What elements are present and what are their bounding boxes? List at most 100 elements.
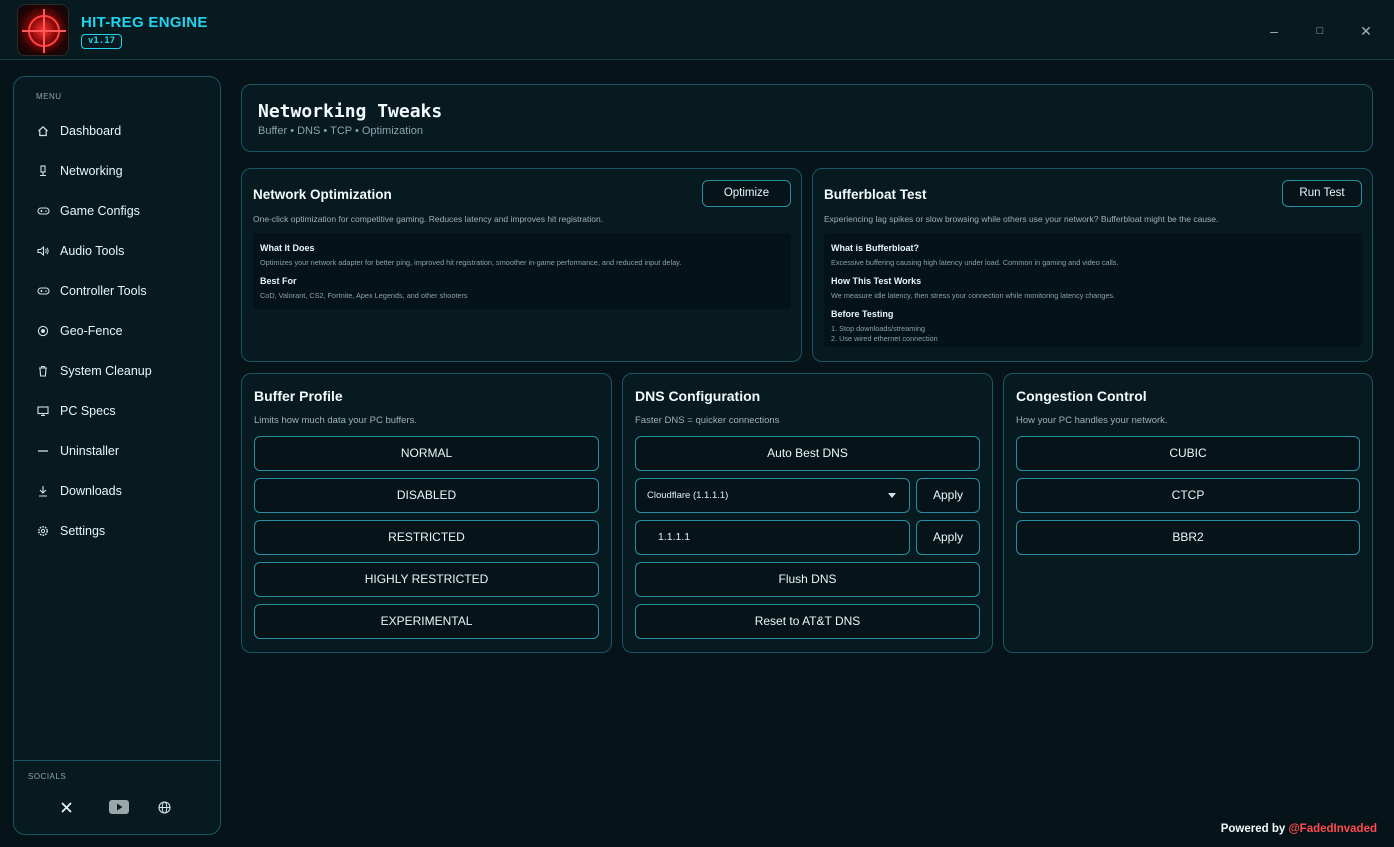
target-icon [36, 324, 50, 338]
bufferbloat-card: Bufferbloat Test Run Test Experiencing l… [812, 168, 1373, 362]
gear-icon [36, 524, 50, 538]
sidebar-item-label: System Cleanup [60, 364, 152, 378]
info-text: Excessive buffering causing high latency… [831, 258, 1119, 267]
buffer-option-experimental[interactable]: EXPERIMENTAL [254, 604, 599, 639]
app-logo [17, 4, 69, 56]
buffer-option-restricted[interactable]: RESTRICTED [254, 520, 599, 555]
info-text: Optimizes your network adapter for bette… [260, 258, 682, 267]
gamepad-icon [36, 204, 50, 218]
close-button[interactable]: ✕ [1354, 20, 1378, 42]
sidebar-item-label: Audio Tools [60, 244, 125, 258]
x-icon[interactable] [55, 796, 77, 818]
sidebar-item-pc-specs[interactable]: PC Specs [22, 396, 212, 426]
minus-icon [36, 444, 50, 458]
flush-dns-button[interactable]: Flush DNS [635, 562, 980, 597]
youtube-icon[interactable] [108, 796, 130, 818]
congestion-option-ctcp[interactable]: CTCP [1016, 478, 1360, 513]
dns-provider-value: Cloudflare (1.1.1.1) [647, 490, 729, 501]
card-description: Experiencing lag spikes or slow browsing… [824, 214, 1219, 224]
buffer-option-highly-restricted[interactable]: HIGHLY RESTRICTED [254, 562, 599, 597]
globe-icon[interactable] [153, 796, 175, 818]
card-description: Limits how much data your PC buffers. [254, 415, 417, 426]
run-test-button[interactable]: Run Test [1282, 180, 1362, 207]
card-description: One-click optimization for competitive g… [253, 214, 604, 224]
maximize-button[interactable]: □ [1308, 20, 1332, 42]
monitor-icon [36, 404, 50, 418]
buffer-profile-card: Buffer Profile Limits how much data your… [241, 373, 612, 653]
sidebar-item-game-configs[interactable]: Game Configs [22, 196, 212, 226]
info-heading: Before Testing [831, 309, 894, 319]
info-box: What is Bufferbloat? Excessive buffering… [824, 233, 1362, 347]
card-title: Bufferbloat Test [824, 187, 927, 202]
sidebar-item-label: Uninstaller [60, 444, 120, 458]
dns-configuration-card: DNS Configuration Faster DNS = quicker c… [622, 373, 993, 653]
card-title: Network Optimization [253, 187, 392, 202]
sidebar-item-label: PC Specs [60, 404, 116, 418]
card-title: Buffer Profile [254, 388, 343, 404]
controller-icon [36, 284, 50, 298]
sidebar-item-downloads[interactable]: Downloads [22, 476, 212, 506]
optimize-button[interactable]: Optimize [702, 180, 791, 207]
info-heading: What is Bufferbloat? [831, 243, 919, 253]
minimize-button[interactable]: – [1262, 20, 1286, 42]
info-text: 1. Stop downloads/streaming [831, 324, 926, 333]
sidebar: MENU Dashboard Networking Game Configs A… [13, 76, 221, 835]
sidebar-item-geo-fence[interactable]: Geo-Fence [22, 316, 212, 346]
socials-label: SOCIALS [28, 772, 67, 781]
sidebar-item-label: Downloads [60, 484, 122, 498]
sidebar-item-label: Game Configs [60, 204, 140, 218]
sidebar-item-settings[interactable]: Settings [22, 516, 212, 546]
congestion-option-bbr2[interactable]: BBR2 [1016, 520, 1360, 555]
info-heading: How This Test Works [831, 276, 922, 286]
title-bar: HIT-REG ENGINE v1.17 – □ ✕ [0, 0, 1394, 60]
powered-by-label: Powered by [1220, 823, 1289, 835]
sidebar-item-dashboard[interactable]: Dashboard [22, 116, 212, 146]
info-text: CoD, Valorant, CS2, Fortnite, Apex Legen… [260, 291, 468, 300]
info-heading: Best For [260, 276, 297, 286]
sidebar-item-system-cleanup[interactable]: System Cleanup [22, 356, 212, 386]
apply-custom-dns-button[interactable]: Apply [916, 520, 980, 555]
sidebar-item-label: Dashboard [60, 124, 122, 138]
sidebar-item-label: Settings [60, 524, 106, 538]
congestion-control-card: Congestion Control How your PC handles y… [1003, 373, 1373, 653]
card-title: DNS Configuration [635, 388, 761, 404]
sidebar-item-uninstaller[interactable]: Uninstaller [22, 436, 212, 466]
sidebar-item-label: Networking [60, 164, 123, 178]
network-icon [36, 164, 50, 178]
info-text: We measure idle latency, then stress you… [831, 291, 1116, 300]
sidebar-item-audio-tools[interactable]: Audio Tools [22, 236, 212, 266]
sidebar-item-networking[interactable]: Networking [22, 156, 212, 186]
page-subtitle: Buffer • DNS • TCP • Optimization [258, 125, 423, 137]
sidebar-item-label: Controller Tools [60, 284, 147, 298]
info-box: What It Does Optimizes your network adap… [253, 233, 791, 309]
app-title: HIT-REG ENGINE [81, 14, 208, 31]
trash-icon [36, 364, 50, 378]
card-description: How your PC handles your network. [1016, 415, 1168, 426]
chevron-down-icon [888, 493, 896, 498]
info-heading: What It Does [260, 243, 315, 253]
version-badge: v1.17 [81, 34, 123, 49]
menu-label: MENU [36, 92, 62, 101]
buffer-option-disabled[interactable]: DISABLED [254, 478, 599, 513]
sidebar-item-controller-tools[interactable]: Controller Tools [22, 276, 212, 306]
info-text: 2. Use wired ethernet connection [831, 334, 938, 343]
network-optimization-card: Network Optimization Optimize One-click … [241, 168, 802, 362]
page-header: Networking Tweaks Buffer • DNS • TCP • O… [241, 84, 1373, 152]
sidebar-divider [14, 760, 220, 761]
download-icon [36, 484, 50, 498]
home-icon [36, 124, 50, 138]
congestion-option-cubic[interactable]: CUBIC [1016, 436, 1360, 471]
reset-dns-button[interactable]: Reset to AT&T DNS [635, 604, 980, 639]
apply-provider-button[interactable]: Apply [916, 478, 980, 513]
dns-provider-select[interactable]: Cloudflare (1.1.1.1) [635, 478, 910, 513]
card-description: Faster DNS = quicker connections [635, 415, 780, 426]
buffer-option-normal[interactable]: NORMAL [254, 436, 599, 471]
powered-by: Powered by @FadedInvaded [1221, 823, 1377, 835]
page-title: Networking Tweaks [258, 101, 443, 122]
sidebar-item-label: Geo-Fence [60, 324, 123, 338]
author-link[interactable]: @FadedInvaded [1288, 823, 1377, 835]
auto-best-dns-button[interactable]: Auto Best DNS [635, 436, 980, 471]
speaker-icon [36, 244, 50, 258]
card-title: Congestion Control [1016, 388, 1147, 404]
custom-dns-input[interactable]: 1.1.1.1 [635, 520, 910, 555]
